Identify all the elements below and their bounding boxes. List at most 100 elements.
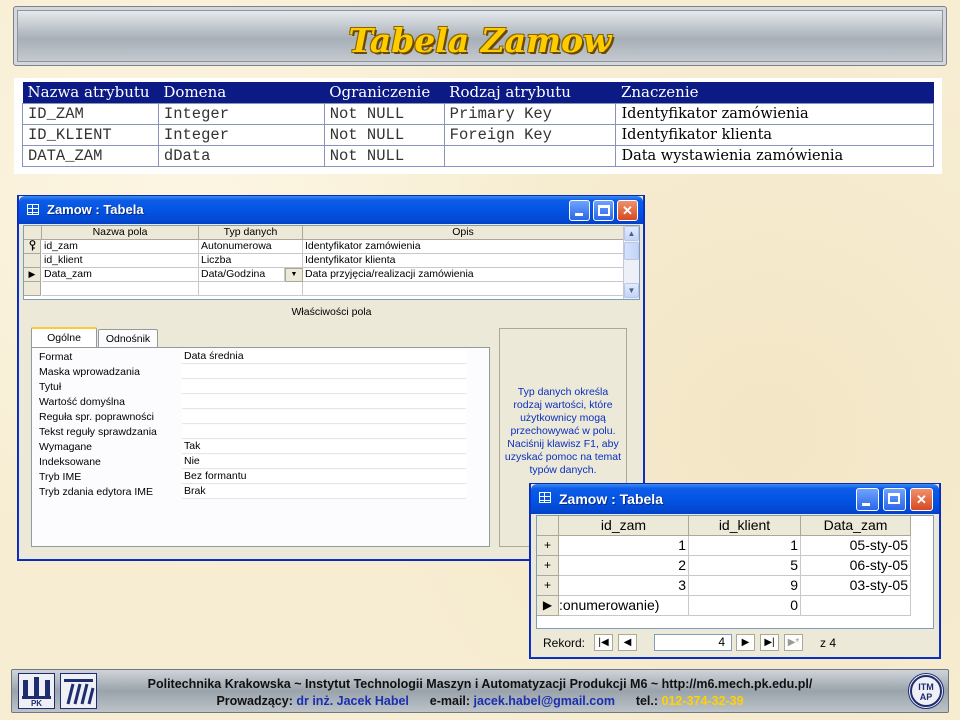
- cell-id-zam-new[interactable]: :onumerowanie): [559, 596, 689, 616]
- table-icon: [539, 492, 551, 503]
- property-value-validation-rule[interactable]: [182, 410, 466, 424]
- expand-row-button[interactable]: +: [537, 556, 559, 576]
- cell-data-zam-new[interactable]: [801, 596, 911, 616]
- record-navigation-bar: Rekord: |◀ ◀ 4 ▶ ▶| ▶* z 4: [536, 634, 934, 652]
- cell-data-zam[interactable]: 03-sty-05: [801, 576, 911, 596]
- email-link[interactable]: jacek.habel@gmail.com: [474, 694, 615, 708]
- cell-data-zam[interactable]: 05-sty-05: [801, 536, 911, 556]
- column-header-data-zam[interactable]: Data_zam: [801, 516, 911, 536]
- expand-row-button[interactable]: +: [537, 576, 559, 596]
- maximize-button[interactable]: [883, 488, 906, 511]
- cell-id-zam[interactable]: 1: [559, 536, 689, 556]
- table-icon: [27, 204, 39, 215]
- property-name: Tytuł: [39, 381, 62, 393]
- column-header-id-klient[interactable]: id_klient: [689, 516, 801, 536]
- maximize-icon: [598, 205, 610, 216]
- data-type-cell[interactable]: Liczba: [199, 254, 303, 268]
- svg-text:ITM: ITM: [918, 682, 934, 692]
- cell-data-zam[interactable]: 06-sty-05: [801, 556, 911, 576]
- empty-cell[interactable]: [42, 282, 199, 296]
- close-button[interactable]: ✕: [910, 488, 933, 511]
- last-record-button[interactable]: ▶|: [760, 634, 779, 651]
- table-cell: ID_ZAM: [22, 102, 159, 125]
- table-cell: Primary Key: [443, 102, 617, 125]
- maximize-icon: [888, 493, 900, 504]
- data-type-cell[interactable]: Data/Godzina: [199, 268, 285, 282]
- property-value-indexed[interactable]: Nie: [182, 455, 466, 469]
- scroll-thumb[interactable]: [624, 242, 639, 260]
- empty-cell[interactable]: [199, 282, 303, 296]
- table-cell: Not NULL: [323, 102, 445, 125]
- cell-id-klient[interactable]: 1: [689, 536, 801, 556]
- property-value-ime-sentence[interactable]: Brak: [182, 485, 466, 499]
- property-value-ime-mode[interactable]: Bez formantu: [182, 470, 466, 484]
- field-name-cell[interactable]: id_klient: [42, 254, 199, 268]
- property-value-required[interactable]: Tak: [182, 440, 466, 454]
- key-icon[interactable]: [24, 240, 41, 254]
- cell-id-zam[interactable]: 2: [559, 556, 689, 576]
- row-selector[interactable]: [24, 254, 41, 268]
- property-value-validation-text[interactable]: [182, 425, 466, 439]
- next-record-button[interactable]: ▶: [736, 634, 755, 651]
- tel-label: tel.:: [635, 694, 659, 708]
- property-name: Format: [39, 351, 73, 363]
- minimize-button[interactable]: [569, 200, 590, 221]
- cell-id-zam[interactable]: 3: [559, 576, 689, 596]
- table-row: DATA_ZAM dData Not NULL Data wystawienia…: [22, 144, 934, 167]
- design-window-titlebar[interactable]: Zamow : Tabela ✕: [19, 196, 643, 224]
- data-type-cell[interactable]: Autonumerowa: [199, 240, 303, 254]
- column-header-data-type[interactable]: Typ danych: [199, 226, 303, 240]
- grid-corner[interactable]: [537, 516, 559, 536]
- table-cell: Identyfikator zamówienia: [615, 102, 934, 125]
- property-value-default[interactable]: [182, 395, 466, 409]
- new-record-button[interactable]: ▶*: [784, 634, 803, 651]
- current-record-input[interactable]: 4: [654, 634, 732, 651]
- property-name: Maska wprowadzania: [39, 366, 140, 378]
- property-name: Tryb zdania edytora IME: [39, 486, 153, 498]
- column-header-id-zam[interactable]: id_zam: [559, 516, 689, 536]
- record-label: Rekord:: [543, 636, 586, 650]
- minimize-button[interactable]: [856, 488, 879, 511]
- record-count: z 4: [820, 636, 837, 650]
- first-record-button[interactable]: |◀: [594, 634, 613, 651]
- property-name: Reguła spr. poprawności: [39, 411, 154, 423]
- maximize-button[interactable]: [593, 200, 614, 221]
- property-value-caption[interactable]: [182, 380, 466, 394]
- datasheet-window-titlebar[interactable]: Zamow : Tabela ✕: [531, 484, 939, 514]
- cell-id-klient[interactable]: 5: [689, 556, 801, 576]
- close-icon: ✕: [916, 492, 927, 507]
- cell-id-klient-new[interactable]: 0: [689, 596, 801, 616]
- tab-lookup[interactable]: Odnośnik: [98, 329, 158, 348]
- field-name-cell[interactable]: id_zam: [42, 240, 199, 254]
- property-value-format[interactable]: Data średnia: [182, 350, 466, 364]
- table-cell: dData: [157, 144, 325, 167]
- description-cell[interactable]: Identyfikator klienta: [303, 254, 624, 268]
- tel-number: 012-374-32-39: [661, 694, 744, 708]
- description-cell[interactable]: Identyfikator zamówienia: [303, 240, 624, 254]
- new-row-arrow-icon[interactable]: ▶: [537, 596, 559, 616]
- current-row-arrow-icon[interactable]: ▶: [24, 268, 41, 282]
- empty-cell[interactable]: [303, 282, 624, 296]
- scroll-up-button[interactable]: ▲: [624, 226, 639, 241]
- property-value-input-mask[interactable]: [182, 365, 466, 379]
- column-header-field-name[interactable]: Nazwa pola: [42, 226, 199, 240]
- table-cell: [443, 144, 617, 167]
- column-header-description[interactable]: Opis: [303, 226, 624, 240]
- expand-row-button[interactable]: +: [537, 536, 559, 556]
- table-cell: Identyfikator klienta: [615, 123, 934, 146]
- table-cell: Not NULL: [323, 144, 445, 167]
- property-name: Tryb IME: [39, 471, 82, 483]
- grid-corner: [24, 226, 42, 240]
- close-button[interactable]: ✕: [617, 200, 638, 221]
- scroll-down-button[interactable]: ▼: [624, 283, 639, 298]
- itmap-logo: ITM AP: [908, 673, 944, 709]
- data-type-dropdown-button[interactable]: ▼: [285, 268, 303, 282]
- minimize-icon: [862, 503, 870, 506]
- tab-general[interactable]: Ogólne: [31, 327, 97, 348]
- row-selector[interactable]: [24, 282, 41, 296]
- previous-record-button[interactable]: ◀: [618, 634, 637, 651]
- cell-id-klient[interactable]: 9: [689, 576, 801, 596]
- description-cell[interactable]: Data przyjęcia/realizacji zamówienia: [303, 268, 624, 282]
- vertical-scrollbar[interactable]: ▲ ▼: [623, 226, 639, 299]
- field-name-cell[interactable]: Data_zam: [42, 268, 199, 282]
